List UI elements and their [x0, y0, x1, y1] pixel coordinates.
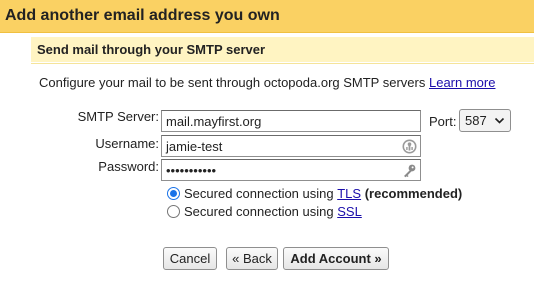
back-button[interactable]: « Back: [226, 247, 278, 270]
ssl-prefix: Secured connection using: [184, 204, 334, 219]
tls-link[interactable]: TLS: [337, 186, 361, 201]
dialog-title-bar: Add another email address you own: [0, 0, 534, 33]
username-value: jamie-test: [166, 138, 223, 154]
password-input[interactable]: •••••••••••: [161, 159, 421, 181]
password-value: •••••••••••: [166, 162, 217, 178]
ssl-option[interactable]: Secured connection using SSL: [167, 204, 362, 219]
port-select[interactable]: 587: [459, 109, 511, 132]
section-header: Send mail through your SMTP server: [31, 37, 534, 62]
tls-prefix: Secured connection using: [184, 186, 334, 201]
tls-radio[interactable]: [167, 187, 180, 200]
add-account-button[interactable]: Add Account »: [283, 247, 389, 270]
port-label: Port:: [429, 114, 457, 129]
section-divider: [31, 63, 534, 64]
intro-text: Configure your mail to be sent through o…: [39, 75, 426, 90]
password-label: Password:: [98, 159, 159, 174]
cancel-button[interactable]: Cancel: [163, 247, 217, 270]
chevron-down-icon: [494, 117, 505, 124]
section-title: Send mail through your SMTP server: [37, 42, 266, 57]
smtp-server-value: mail.mayfirst.org: [166, 113, 262, 129]
ssl-radio[interactable]: [167, 205, 180, 218]
port-value: 587: [465, 113, 487, 128]
smtp-server-input[interactable]: mail.mayfirst.org: [161, 110, 421, 132]
key-icon[interactable]: [402, 163, 417, 178]
username-input[interactable]: jamie-test: [161, 135, 421, 157]
intro-text-row: Configure your mail to be sent through o…: [39, 75, 495, 90]
password-manager-key-icon[interactable]: [402, 139, 417, 154]
tls-option[interactable]: Secured connection using TLS (recommende…: [167, 186, 462, 201]
tls-recommended: (recommended): [364, 186, 463, 201]
username-label: Username:: [95, 136, 159, 151]
dialog-title: Add another email address you own: [5, 7, 280, 24]
ssl-link[interactable]: SSL: [337, 204, 362, 219]
learn-more-link[interactable]: Learn more: [429, 75, 495, 90]
smtp-server-label: SMTP Server:: [77, 109, 159, 124]
